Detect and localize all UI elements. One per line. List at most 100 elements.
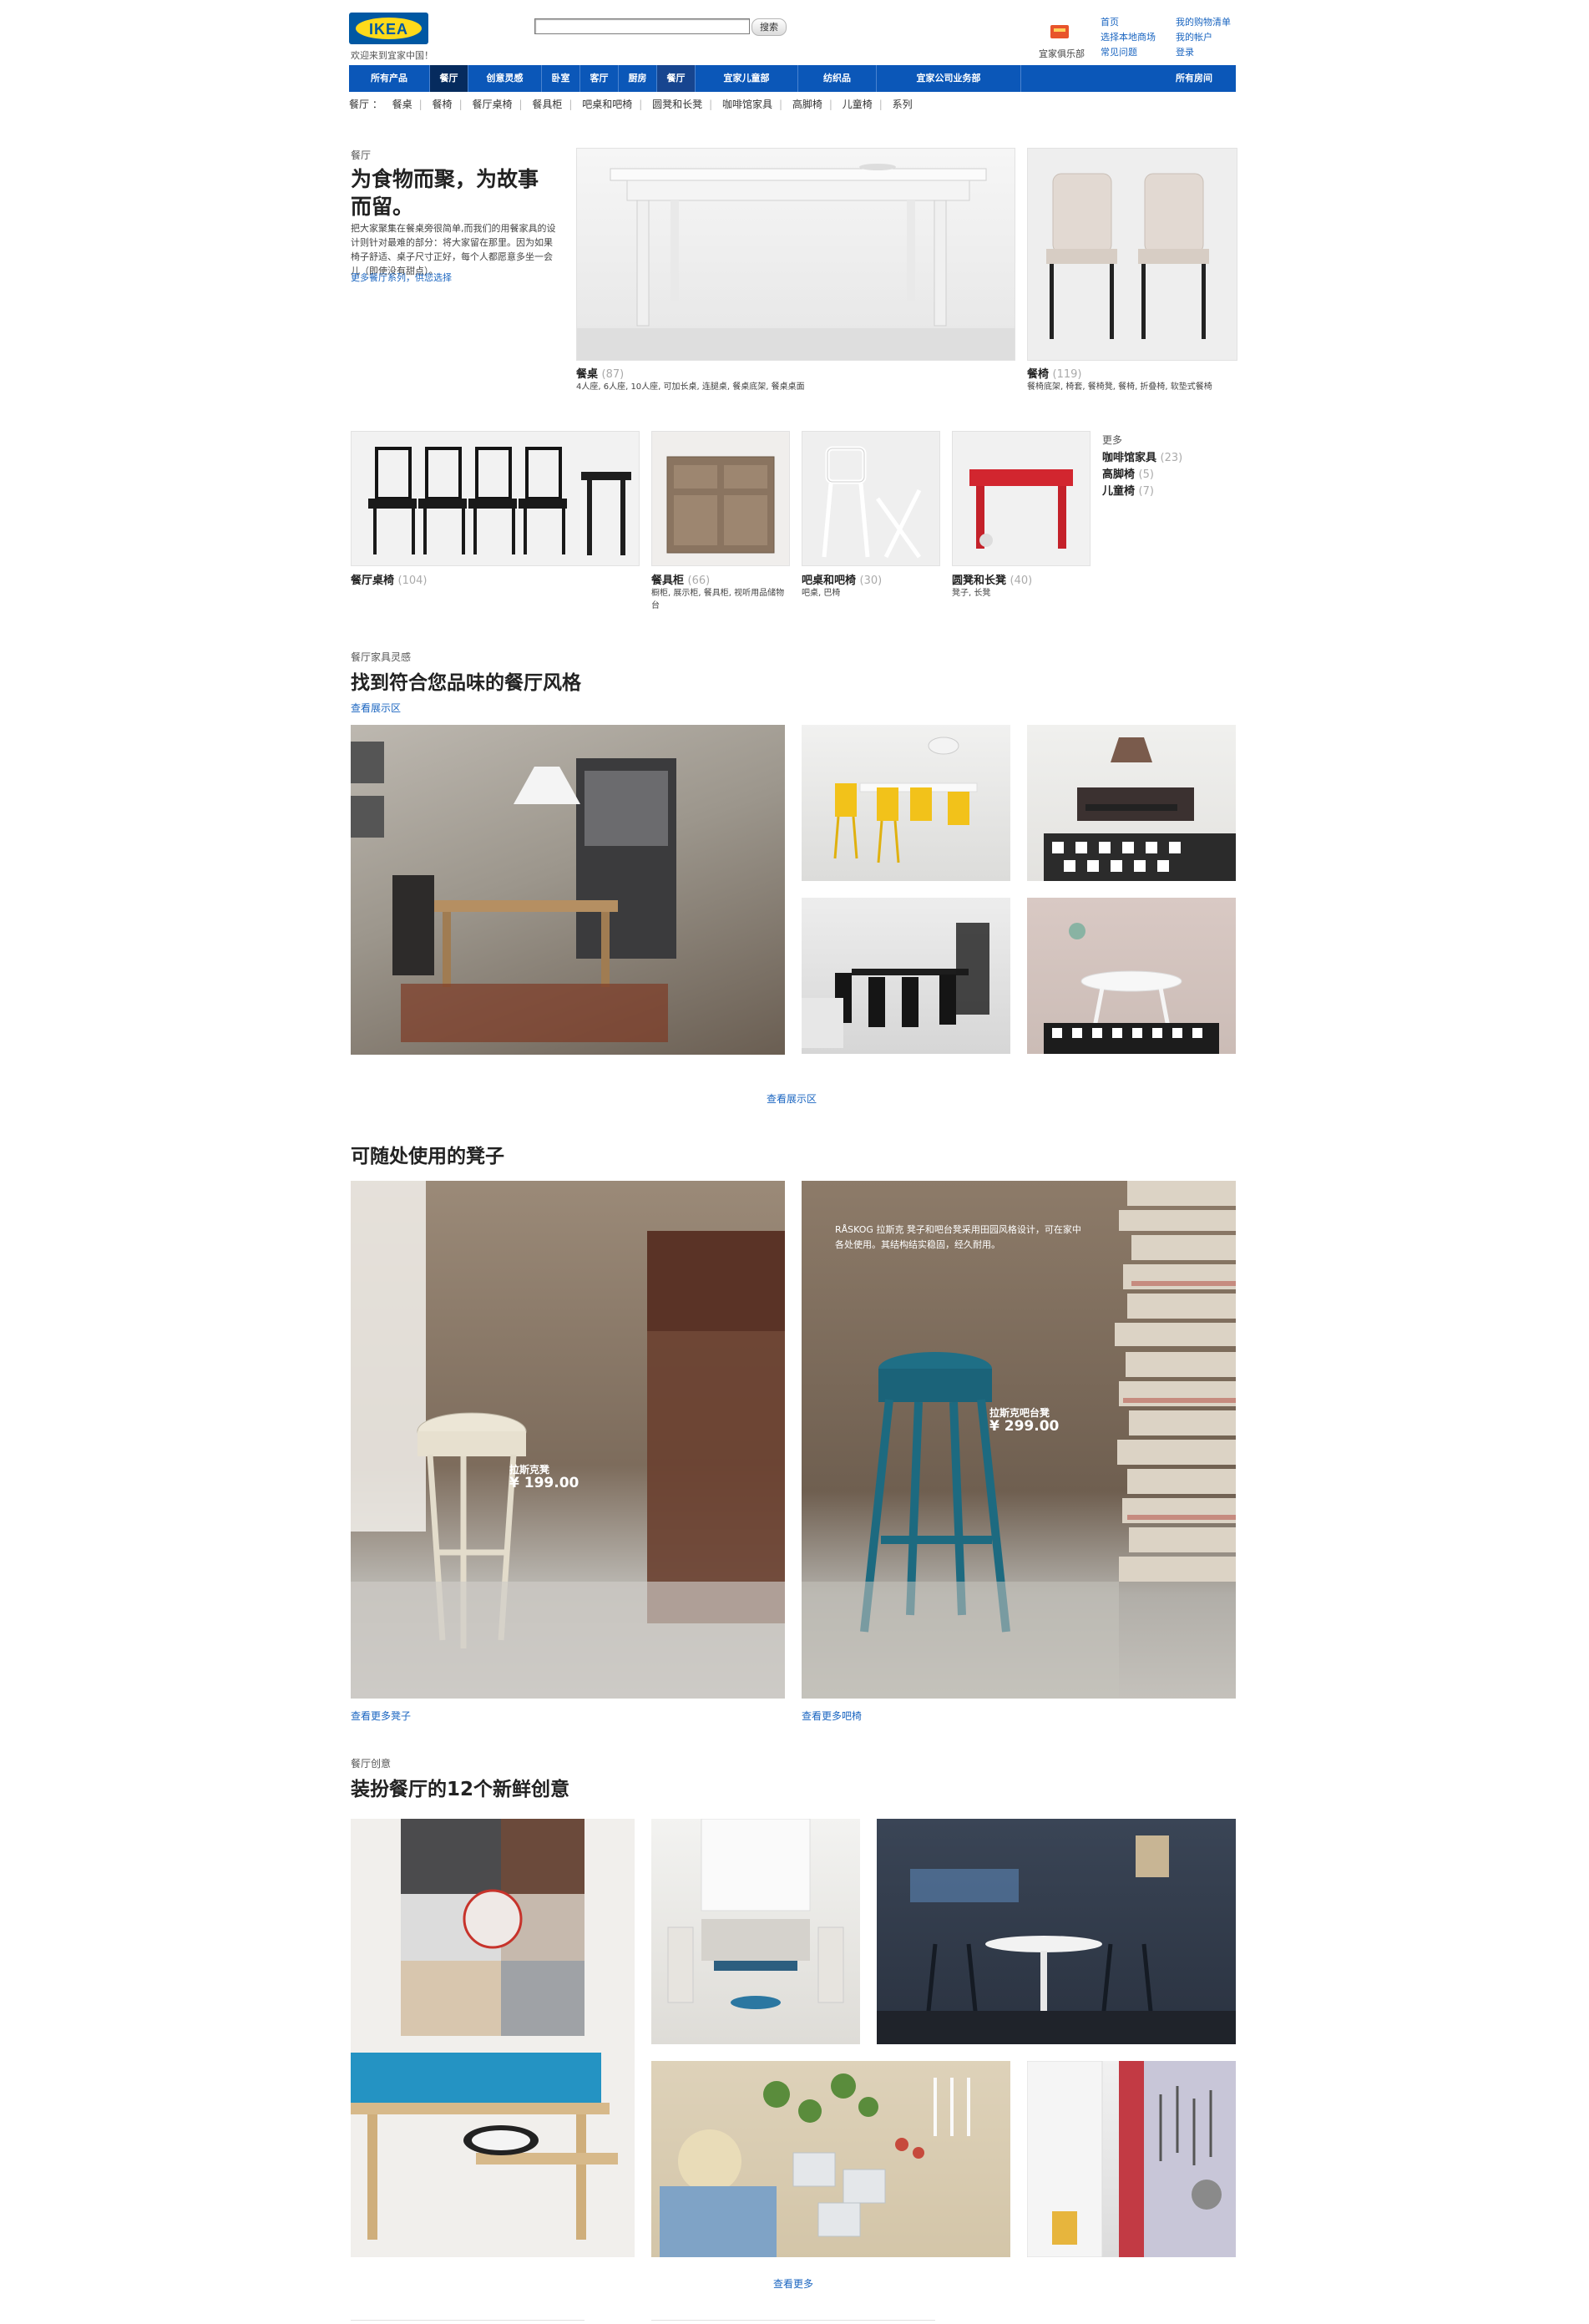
subnav-stools-benches[interactable]: 圆凳和长凳 — [652, 99, 702, 110]
bar-stool-illustration — [822, 446, 922, 559]
inspiration-title: 找到符合您品味的餐厅风格 — [351, 672, 581, 694]
card-sideboards-title[interactable]: 餐具柜 (66) — [651, 571, 710, 587]
more-cafe-furniture[interactable]: 咖啡馆家具 (23) — [1102, 448, 1182, 464]
hero-title: 为食物而聚，为故事而留。 — [351, 167, 539, 219]
sub-nav: 餐厅 ： 餐桌 | 餐椅 | 餐厅桌椅 | 餐具柜 | 吧桌和吧椅 | 圆凳和长凳 | 咖啡… — [349, 99, 913, 110]
ikea-logo[interactable]: IKEA — [349, 13, 428, 44]
search-button[interactable]: 搜索 — [751, 18, 787, 36]
nav-kitchen[interactable]: 厨房 — [619, 65, 657, 92]
login-link[interactable]: 登录 — [1176, 45, 1231, 60]
choose-store-link[interactable]: 选择本地商场 — [1101, 30, 1156, 45]
inspiration-photo-dark-table[interactable] — [1027, 725, 1236, 881]
idea-photo-white-table[interactable] — [651, 1819, 860, 2044]
top-links-col2: 我的购物清单 我的帐户 登录 — [1176, 15, 1231, 60]
ideas-title: 装扮餐厅的12个新鲜创意 — [351, 1779, 570, 1800]
subnav-dining-sets[interactable]: 餐厅桌椅 — [472, 99, 512, 110]
inspiration-photo-large[interactable] — [351, 725, 785, 1055]
dining-table-illustration — [577, 164, 1015, 360]
inspiration-photo-black-chairs[interactable] — [802, 898, 1010, 1054]
dining-sets-image[interactable] — [351, 431, 640, 566]
view-more-ideas-link[interactable]: 查看更多 — [773, 2276, 813, 2291]
sideboard-illustration — [666, 456, 775, 554]
card-dining-sets-title[interactable]: 餐厅桌椅 (104) — [351, 571, 428, 587]
hero-kicker: 餐厅 — [351, 149, 372, 161]
card-sideboards-subtitle: 橱柜, 展示柜, 餐具柜, 视听用品储物台 — [651, 589, 785, 610]
subnav-tables[interactable]: 餐桌 — [392, 99, 412, 110]
card-tables-subtitle: 4人座, 6人座, 10人座, 可加长桌, 连腿桌, 餐桌底架, 餐桌桌面 — [576, 382, 805, 392]
search-input[interactable] — [534, 18, 750, 34]
subnav-series[interactable]: 系列 — [893, 99, 913, 110]
subnav-cafe[interactable]: 咖啡馆家具 — [722, 99, 772, 110]
main-nav: 所有产品 餐厅 创意灵感 卧室 客厅 厨房 餐厅 宜家儿童部 纺织品 宜家公司业… — [349, 65, 1236, 92]
nav-textiles[interactable]: 纺织品 — [798, 65, 877, 92]
top-links-col1: 首页 选择本地商场 常见问题 — [1101, 15, 1156, 60]
ikea-dining-page: IKEA 欢迎来到宜家中国！ 搜索 宜家俱乐部 首页 选择本地商场 常见问题 我… — [0, 0, 1589, 2324]
dining-room-scene — [351, 742, 676, 1042]
nav-inspiration[interactable]: 创意灵感 — [468, 65, 542, 92]
my-account-link[interactable]: 我的帐户 — [1176, 30, 1231, 45]
idea-photo-dark-blue-room[interactable] — [877, 1819, 1236, 2044]
dining-sets-illustration — [368, 447, 631, 555]
card-chairs-title[interactable]: 餐椅 (119) — [1027, 365, 1082, 381]
bottom-divider-right — [651, 2320, 935, 2321]
card-chairs-subtitle: 餐椅底架, 椅套, 餐椅凳, 餐椅, 折叠椅, 软垫式餐椅 — [1027, 382, 1212, 392]
sideboards-image[interactable] — [651, 431, 790, 566]
price-tag-stool-blue[interactable]: 拉斯克吧台凳 ¥ 299.00 — [989, 1406, 1059, 1434]
stool-photo-blue[interactable]: RÅSKOG 拉斯克 凳子和吧台凳采用田园风格设计，可在家中各处使用。其结构结实… — [802, 1181, 1236, 1699]
dining-table-image[interactable] — [576, 148, 1015, 361]
white-stool-scene — [351, 1181, 785, 1699]
subnav-high-chairs[interactable]: 高脚椅 — [792, 99, 822, 110]
bar-tables-image[interactable] — [802, 431, 940, 566]
more-bar-stools-link[interactable]: 查看更多吧椅 — [802, 1709, 862, 1723]
subnav-chairs[interactable]: 餐椅 — [433, 99, 453, 110]
more-kids-chairs[interactable]: 儿童椅 (7) — [1102, 482, 1154, 498]
card-tables-title[interactable]: 餐桌 (87) — [576, 365, 624, 381]
dining-chairs-image[interactable] — [1027, 148, 1237, 361]
home-link[interactable]: 首页 — [1101, 15, 1156, 30]
idea-photo-kitchen-prep[interactable] — [651, 2061, 1010, 2257]
nav-dining-active[interactable]: 餐厅 — [430, 65, 468, 92]
stool-photo-white[interactable]: 拉斯克凳 ¥ 199.00 — [351, 1181, 785, 1699]
sub-nav-label: 餐厅 ： — [349, 99, 382, 110]
card-bar-tables-title[interactable]: 吧桌和吧椅 (30) — [802, 571, 882, 587]
shopping-list-link[interactable]: 我的购物清单 — [1176, 15, 1231, 30]
ideas-kicker: 餐厅创意 — [351, 1758, 392, 1770]
price-tag-stool-white[interactable]: 拉斯克凳 ¥ 199.00 — [509, 1463, 579, 1491]
faq-link[interactable]: 常见问题 — [1101, 45, 1156, 60]
stools-benches-image[interactable] — [952, 431, 1091, 566]
nav-living-room[interactable]: 客厅 — [580, 65, 619, 92]
more-stools-link[interactable]: 查看更多凳子 — [351, 1709, 411, 1723]
dark-table-scene — [1044, 737, 1236, 881]
black-chairs-scene — [802, 923, 989, 1048]
yellow-chairs-scene — [833, 737, 978, 863]
stools-title: 可随处使用的凳子 — [351, 1146, 504, 1167]
ikea-family-link[interactable]: 宜家俱乐部 — [1039, 47, 1085, 60]
inspiration-photo-white-round-table[interactable] — [1027, 898, 1236, 1054]
dark-blue-room-scene — [877, 1835, 1236, 2044]
ikea-family-icon[interactable] — [1050, 25, 1069, 38]
bottom-divider-left — [351, 2320, 584, 2321]
nav-children[interactable]: 宜家儿童部 — [696, 65, 798, 92]
view-showroom-link-top[interactable]: 查看展示区 — [351, 701, 401, 715]
idea-photo-cabinet-table[interactable] — [351, 1819, 635, 2257]
more-high-chairs[interactable]: 高脚椅 (5) — [1102, 465, 1154, 481]
subnav-kids-chairs[interactable]: 儿童椅 — [843, 99, 873, 110]
view-showroom-link-bottom[interactable]: 查看展示区 — [767, 1091, 817, 1106]
nav-all-rooms[interactable]: 所有房间 — [1152, 65, 1236, 92]
more-series-link[interactable]: 更多餐厅系列，供您选择 — [351, 271, 452, 284]
subnav-bar-tables[interactable]: 吧桌和吧椅 — [582, 99, 632, 110]
nav-dining[interactable]: 餐厅 — [657, 65, 696, 92]
inspiration-photo-yellow-chairs[interactable] — [802, 725, 1010, 881]
nav-bedroom[interactable]: 卧室 — [542, 65, 580, 92]
utensil-wall-scene — [1027, 2061, 1236, 2257]
cabinet-table-scene — [351, 1819, 618, 2240]
bench-illustration — [969, 469, 1073, 549]
dining-chairs-illustration — [1046, 173, 1209, 339]
white-table-scene — [667, 1819, 844, 2009]
card-stools-benches-title[interactable]: 圆凳和长凳 (40) — [952, 571, 1032, 587]
blue-stool-scene — [802, 1181, 1236, 1699]
subnav-sideboards[interactable]: 餐具柜 — [532, 99, 562, 110]
idea-photo-utensil-wall[interactable] — [1027, 2061, 1236, 2257]
nav-business[interactable]: 宜家公司业务部 — [877, 65, 1021, 92]
nav-all-products[interactable]: 所有产品 — [349, 65, 430, 92]
